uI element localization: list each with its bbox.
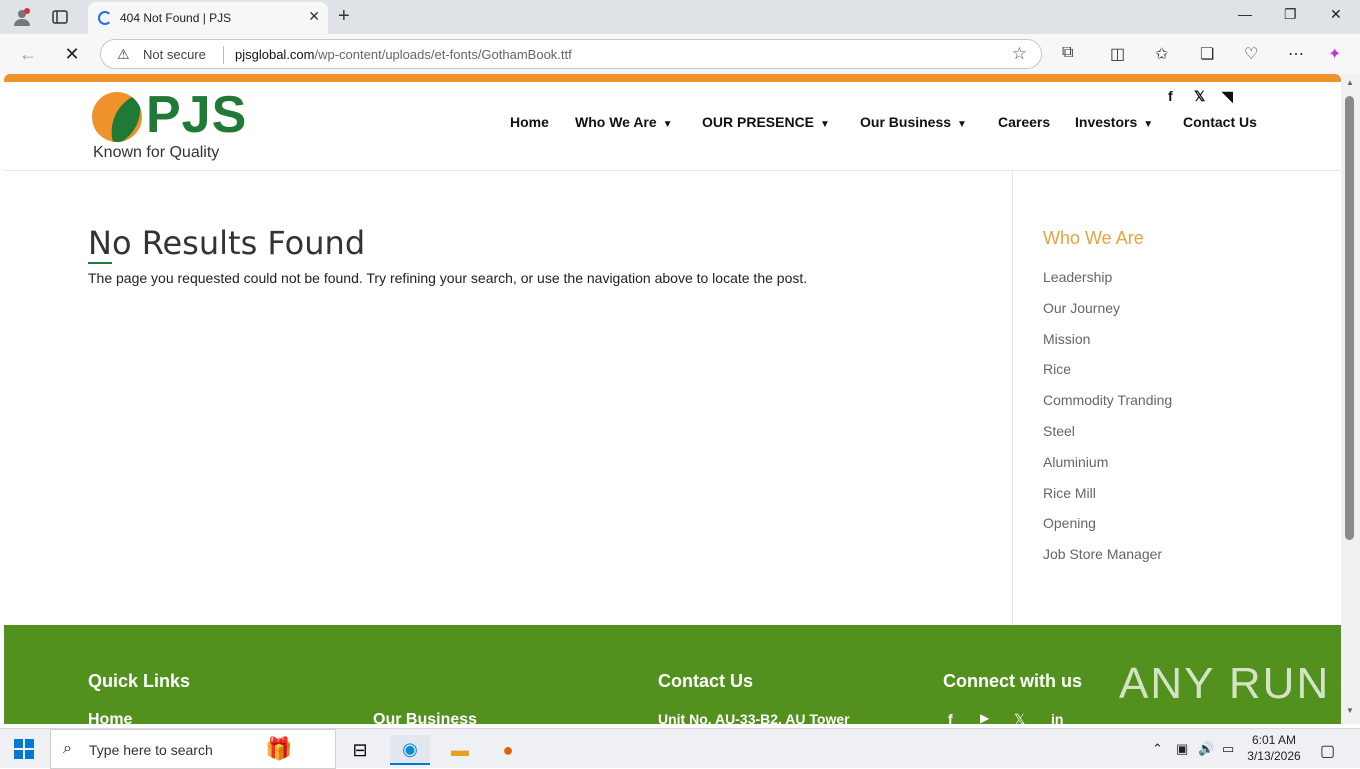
tray-meet-icon[interactable]: ▣ (1176, 741, 1188, 757)
extensions-icon[interactable]: ⧉ (1062, 44, 1073, 62)
menu-home[interactable]: Home (510, 114, 549, 130)
page-scrollbar[interactable]: ▲ ▼ (1341, 74, 1360, 724)
tab-close-icon[interactable]: ✕ (308, 8, 320, 25)
close-window-button[interactable]: ✕ (1330, 6, 1342, 23)
address-url[interactable]: pjsglobal.com/wp-content/uploads/et-font… (235, 47, 572, 62)
tab-title: 404 Not Found | PJS (120, 11, 232, 25)
sidebar-link-our-journey[interactable]: Our Journey (1043, 300, 1120, 316)
footer-link-our-business[interactable]: Our Business (373, 711, 477, 724)
browser-toolbar: ← ✕ ⚠ Not secure pjsglobal.com/wp-conten… (0, 34, 1360, 74)
stop-loading-button[interactable]: ✕ (60, 42, 84, 66)
logo-leaf-icon (92, 92, 142, 142)
sidebar-divider (1012, 171, 1013, 625)
search-icon: ⌕ (63, 740, 72, 757)
anyrun-watermark: ANY RUN (1119, 659, 1331, 708)
firefox-icon[interactable]: ● (488, 735, 528, 765)
site-header: PJS Known for Quality f 𝕏 ◥ Home Who We … (4, 82, 1341, 171)
minimize-button[interactable]: — (1238, 6, 1252, 22)
clock-time: 6:01 AM (1251, 733, 1297, 747)
task-view-icon[interactable]: ⊟ (340, 735, 380, 765)
address-separator (223, 46, 224, 64)
loading-spinner-icon (98, 11, 112, 25)
x-twitter-icon[interactable]: 𝕏 (1194, 88, 1205, 105)
windows-start-icon[interactable] (14, 739, 34, 759)
rss-icon[interactable]: ◥ (1222, 88, 1233, 105)
profile-icon[interactable] (11, 6, 33, 28)
scroll-down-arrow-icon[interactable]: ▼ (1346, 706, 1354, 715)
scrollbar-thumb[interactable] (1345, 96, 1354, 540)
chevron-down-icon: ▼ (957, 119, 967, 130)
footer-facebook-icon[interactable]: f (948, 711, 953, 724)
chevron-down-icon: ▼ (1143, 119, 1154, 130)
footer-x-twitter-icon[interactable]: 𝕏 (1014, 711, 1025, 724)
address-bar[interactable]: ⚠ Not secure pjsglobal.com/wp-content/up… (100, 39, 1042, 69)
file-explorer-icon[interactable]: ▬ (440, 735, 480, 765)
browser-essentials-icon[interactable]: ♡ (1244, 44, 1258, 64)
facebook-icon[interactable]: f (1168, 88, 1173, 104)
footer-quick-links-heading: Quick Links (88, 671, 191, 691)
menu-our-business[interactable]: Our Business ▼ (860, 114, 967, 130)
taskbar-clock[interactable]: 6:01 AM 3/13/2026 (1242, 732, 1306, 764)
security-label[interactable]: Not secure (143, 47, 206, 62)
favorites-icon[interactable]: ✩ (1155, 44, 1168, 64)
menu-our-presence[interactable]: OUR PRESENCE ▼ (702, 114, 830, 130)
chevron-down-icon: ▼ (662, 119, 673, 130)
not-found-message: The page you requested could not be foun… (88, 270, 808, 286)
footer-contact-heading: Contact Us (658, 671, 754, 691)
footer-link-home[interactable]: Home (88, 711, 132, 724)
menu-careers[interactable]: Careers (998, 114, 1050, 130)
browser-titlebar: 404 Not Found | PJS ✕ + — ❐ ✕ (0, 0, 1360, 34)
menu-contact-us[interactable]: Contact Us (1183, 114, 1257, 130)
sidebar-link-rice[interactable]: Rice (1043, 361, 1071, 377)
volume-icon[interactable]: 🔊 (1198, 741, 1214, 757)
sidebar-link-steel[interactable]: Steel (1043, 423, 1075, 439)
page-viewport: PJS Known for Quality f 𝕏 ◥ Home Who We … (4, 74, 1341, 724)
sidebar-heading: Who We Are (1043, 228, 1144, 248)
browser-tab-active[interactable]: 404 Not Found | PJS ✕ (88, 2, 328, 34)
sidebar-link-leadership[interactable]: Leadership (1043, 269, 1112, 285)
favorite-star-icon[interactable]: ☆ (1012, 44, 1027, 64)
sidebar-link-job-store-manager[interactable]: Job Store Manager (1043, 546, 1162, 562)
tab-actions-icon[interactable] (49, 6, 71, 28)
sidebar-link-rice-mill[interactable]: Rice Mill (1043, 485, 1096, 501)
copilot-icon[interactable]: ✦ (1328, 44, 1341, 64)
footer-connect-heading: Connect with us (943, 671, 1082, 691)
tray-overflow-chevron-icon[interactable]: ⌃ (1152, 741, 1163, 757)
split-screen-icon[interactable]: ◫ (1110, 44, 1125, 64)
scroll-up-arrow-icon[interactable]: ▲ (1346, 78, 1354, 87)
logo-tagline: Known for Quality (93, 144, 220, 161)
site-footer: Quick Links Home Our Business Contact Us… (4, 625, 1341, 724)
clock-date: 3/13/2026 (1247, 749, 1301, 763)
notification-center-icon[interactable]: ▢ (1320, 741, 1335, 761)
sidebar-link-opening[interactable]: Opening (1043, 515, 1096, 531)
edge-browser-icon[interactable]: ◉ (390, 735, 430, 765)
network-icon[interactable]: ▭ (1222, 741, 1234, 757)
chevron-down-icon: ▼ (820, 119, 830, 130)
collections-icon[interactable]: ❏ (1200, 44, 1214, 64)
windows-taskbar: ⌕ Type here to search 🎁 ⊟ ◉ ▬ ● ⌃ ▣ 🔊 ▭ … (0, 728, 1360, 769)
search-highlight-gift-icon: 🎁 (265, 736, 293, 761)
logo-text: PJS (146, 86, 248, 144)
new-tab-button[interactable]: + (338, 5, 350, 28)
sidebar-link-aluminium[interactable]: Aluminium (1043, 454, 1108, 470)
restore-button[interactable]: ❐ (1284, 6, 1297, 23)
menu-investors[interactable]: Investors ▼ (1075, 114, 1153, 130)
page-title: No Results Found (88, 224, 366, 262)
top-accent-bar (4, 74, 1341, 82)
settings-menu-icon[interactable]: ⋯ (1288, 44, 1304, 64)
sidebar-link-mission[interactable]: Mission (1043, 331, 1090, 347)
title-underline (88, 262, 112, 264)
footer-youtube-icon[interactable]: ▶ (980, 711, 989, 724)
menu-who-we-are[interactable]: Who We Are ▼ (575, 114, 673, 130)
footer-linkedin-icon[interactable]: in (1051, 711, 1063, 724)
warning-icon[interactable]: ⚠ (117, 46, 130, 63)
footer-address: Unit No. AU-33-B2, AU Tower (658, 711, 850, 724)
taskbar-search-box[interactable]: ⌕ Type here to search 🎁 (50, 729, 336, 769)
search-placeholder: Type here to search (89, 742, 213, 758)
back-button[interactable]: ← (16, 42, 40, 66)
sidebar-link-commodity-tranding[interactable]: Commodity Tranding (1043, 392, 1172, 408)
